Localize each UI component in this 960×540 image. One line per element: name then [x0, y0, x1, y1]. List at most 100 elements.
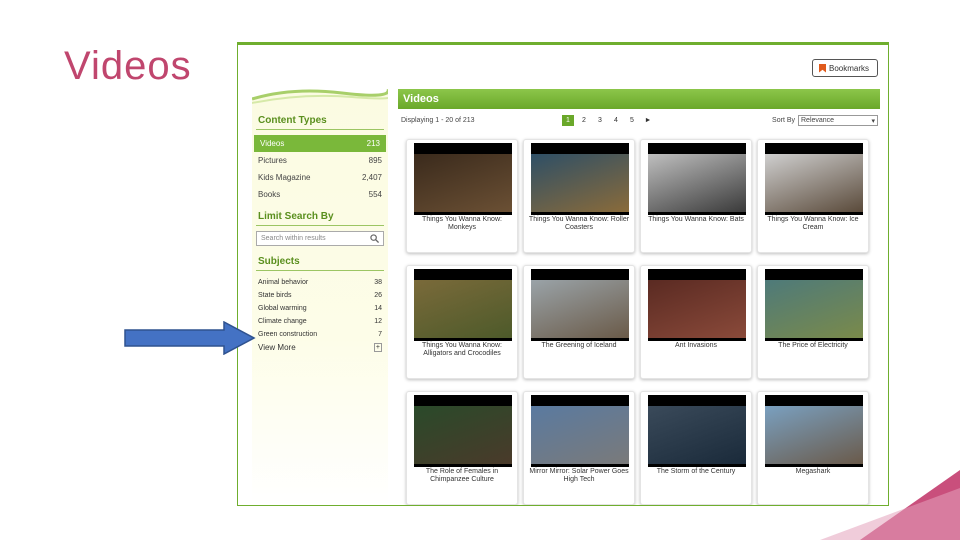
decorative-swoosh — [252, 85, 388, 104]
video-card[interactable]: Things You Wanna Know: Monkeys — [406, 139, 518, 253]
content-type-books[interactable]: Books 554 — [252, 186, 388, 203]
main-header: Videos — [398, 89, 880, 109]
pointer-arrow — [124, 321, 256, 355]
video-card[interactable]: Ant Invasions — [640, 265, 752, 379]
video-thumbnail[interactable] — [414, 395, 512, 467]
sort-label: Sort By — [772, 117, 795, 124]
next-page-button[interactable]: ► — [642, 115, 654, 126]
thumbnail-image — [531, 280, 629, 338]
video-card[interactable]: Things You Wanna Know: Bats — [640, 139, 752, 253]
subjects-heading: Subjects — [258, 256, 300, 267]
content-type-label: Pictures — [258, 156, 287, 165]
video-title[interactable]: Things You Wanna Know: Bats — [645, 216, 747, 224]
subject-label: Climate change — [258, 318, 307, 325]
video-thumbnail[interactable] — [531, 269, 629, 341]
subject-count: 14 — [374, 305, 382, 312]
main-panel: Videos Displaying 1 - 20 of 213 1 2 3 4 5 ► S… — [398, 89, 880, 505]
page-link[interactable]: 3 — [594, 115, 606, 126]
video-thumbnail[interactable] — [414, 269, 512, 341]
content-type-label: Videos — [260, 139, 285, 148]
search-placeholder: Search within results — [261, 235, 326, 242]
subject-label: Animal behavior — [258, 279, 309, 286]
limit-search-heading: Limit Search By — [258, 211, 334, 222]
page-link[interactable]: 1 — [562, 115, 574, 126]
subject-count: 38 — [374, 279, 382, 286]
video-thumbnail[interactable] — [648, 269, 746, 341]
video-title[interactable]: The Storm of the Century — [645, 468, 747, 476]
video-title[interactable]: Things You Wanna Know: Roller Coasters — [528, 216, 630, 232]
video-thumbnail[interactable] — [531, 395, 629, 467]
subject-item[interactable]: Animal behavior 38 — [252, 276, 388, 289]
video-card[interactable]: The Price of Electricity — [757, 265, 869, 379]
content-type-kids-magazine[interactable]: Kids Magazine 2,407 — [252, 169, 388, 186]
content-type-count: 895 — [368, 156, 382, 165]
thumbnail-image — [648, 406, 746, 464]
thumbnail-image — [765, 154, 863, 212]
bookmarks-label: Bookmarks — [829, 63, 870, 73]
video-thumbnail[interactable] — [765, 143, 863, 215]
video-thumbnail[interactable] — [765, 269, 863, 341]
chevron-down-icon: ▾ — [871, 117, 875, 125]
video-thumbnail[interactable] — [648, 143, 746, 215]
search-within-input[interactable]: Search within results — [256, 231, 384, 246]
video-title[interactable]: Things You Wanna Know: Alligators and Cr… — [411, 342, 513, 358]
video-title[interactable]: The Role of Females in Chimpanzee Cultur… — [411, 468, 513, 484]
content-type-label: Books — [258, 190, 281, 199]
slide-title: Videos — [64, 44, 192, 88]
video-title[interactable]: Mirror Mirror: Solar Power Goes High Tec… — [528, 468, 630, 484]
video-card[interactable]: Things You Wanna Know: Alligators and Cr… — [406, 265, 518, 379]
thumbnail-image — [414, 280, 512, 338]
video-card[interactable]: Things You Wanna Know: Roller Coasters — [523, 139, 635, 253]
page-link[interactable]: 5 — [626, 115, 638, 126]
thumbnail-image — [765, 406, 863, 464]
subject-item[interactable]: Climate change 12 — [252, 315, 388, 328]
page-link[interactable]: 2 — [578, 115, 590, 126]
content-type-count: 2,407 — [361, 173, 382, 182]
video-card[interactable]: The Storm of the Century — [640, 391, 752, 505]
search-icon[interactable] — [370, 234, 379, 243]
video-title[interactable]: Things You Wanna Know: Monkeys — [411, 216, 513, 232]
subject-label: Global warming — [258, 305, 307, 312]
video-title[interactable]: Things You Wanna Know: Ice Cream — [762, 216, 864, 232]
video-card[interactable]: The Role of Females in Chimpanzee Cultur… — [406, 391, 518, 505]
thumbnail-image — [531, 406, 629, 464]
content-type-label: Kids Magazine — [258, 173, 311, 182]
subject-count: 7 — [378, 331, 382, 338]
expand-icon[interactable]: + — [373, 343, 382, 352]
video-title[interactable]: Ant Invasions — [645, 342, 747, 350]
slide: Videos Bookmarks Content Types Videos 213… — [0, 0, 960, 540]
divider — [256, 225, 384, 226]
bookmarks-button[interactable]: Bookmarks — [812, 59, 878, 77]
video-card[interactable]: Things You Wanna Know: Ice Cream — [757, 139, 869, 253]
video-thumbnail[interactable] — [648, 395, 746, 467]
results-count: Displaying 1 - 20 of 213 — [401, 117, 475, 124]
sidebar: Content Types Videos 213 Pictures 895 Kids M… — [252, 85, 388, 505]
page-link[interactable]: 4 — [610, 115, 622, 126]
sort-value: Relevance — [801, 117, 835, 124]
video-title[interactable]: The Price of Electricity — [762, 342, 864, 350]
video-thumbnail[interactable] — [765, 395, 863, 467]
video-card[interactable]: Mirror Mirror: Solar Power Goes High Tec… — [523, 391, 635, 505]
sort-select[interactable]: Relevance ▾ — [798, 115, 878, 126]
divider — [256, 270, 384, 271]
pagination: 1 2 3 4 5 ► — [562, 115, 654, 126]
content-type-videos[interactable]: Videos 213 — [254, 135, 386, 152]
subjects-list: Animal behavior 38 State birds 26 Global war… — [252, 276, 388, 341]
video-title[interactable]: The Greening of Iceland — [528, 342, 630, 350]
subject-item[interactable]: State birds 26 — [252, 289, 388, 302]
subject-label: Green construction — [258, 331, 318, 338]
content-type-pictures[interactable]: Pictures 895 — [252, 152, 388, 169]
subject-item[interactable]: Green construction 7 — [252, 328, 388, 341]
video-card[interactable]: The Greening of Iceland — [523, 265, 635, 379]
subject-count: 12 — [374, 318, 382, 325]
subject-label: State birds — [258, 292, 292, 299]
video-thumbnail[interactable] — [531, 143, 629, 215]
subject-item[interactable]: Global warming 14 — [252, 302, 388, 315]
view-more-link[interactable]: View More + — [252, 341, 388, 354]
thumbnail-image — [414, 406, 512, 464]
content-type-count: 213 — [366, 139, 380, 148]
thumbnail-image — [531, 154, 629, 212]
video-thumbnail[interactable] — [414, 143, 512, 215]
bookmark-icon — [819, 63, 826, 73]
subject-count: 26 — [374, 292, 382, 299]
